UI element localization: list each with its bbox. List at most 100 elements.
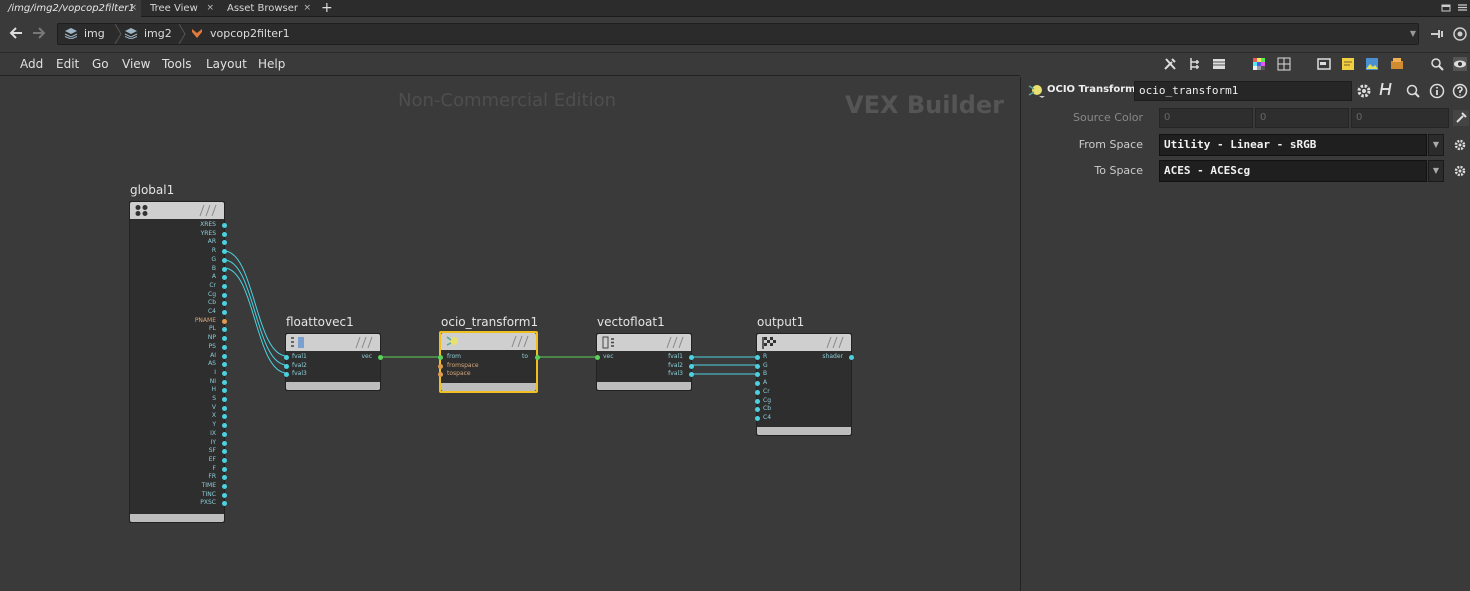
- menu-go[interactable]: Go: [92, 53, 109, 75]
- node-floattovec[interactable]: fval1 fval2 fval3 vec: [284, 333, 383, 391]
- gear-icon[interactable]: [1355, 82, 1373, 100]
- output-port-f[interactable]: [222, 466, 227, 472]
- output-port-yres[interactable]: [222, 231, 227, 237]
- node-flags-icon[interactable]: [352, 336, 376, 349]
- input-port-from[interactable]: [438, 355, 443, 360]
- info-icon[interactable]: [1429, 83, 1445, 99]
- input-port-cb[interactable]: [755, 407, 760, 413]
- output-port-pname[interactable]: [222, 318, 227, 324]
- output-port-ef[interactable]: [222, 457, 227, 463]
- output-port-ix[interactable]: [222, 431, 227, 437]
- wrench-icon[interactable]: [1163, 57, 1177, 71]
- output-port-fval2[interactable]: [689, 364, 694, 369]
- output-port-cg[interactable]: [222, 292, 227, 298]
- node-flags-icon[interactable]: [663, 336, 687, 349]
- node-output[interactable]: R G B A Cr Cg Cb C4 shader: [755, 333, 854, 436]
- node-name-field[interactable]: ocio_transform1: [1134, 81, 1352, 101]
- help-h-icon[interactable]: [1379, 81, 1397, 100]
- output-port-time[interactable]: [222, 484, 227, 489]
- menu-edit[interactable]: Edit: [56, 53, 79, 75]
- menu-help[interactable]: Help: [258, 53, 285, 75]
- path-dropdown-icon[interactable]: ▼: [1410, 29, 1416, 38]
- node-header[interactable]: [757, 334, 851, 351]
- add-tab-icon[interactable]: +: [321, 0, 333, 16]
- input-port-tospace[interactable]: [438, 372, 443, 377]
- menu-tools[interactable]: Tools: [162, 53, 192, 75]
- node-flags-icon[interactable]: [823, 336, 847, 349]
- node-header[interactable]: [286, 334, 380, 351]
- input-port-c4[interactable]: [755, 415, 760, 421]
- from-space-dropdown-icon[interactable]: ▼: [1428, 134, 1444, 156]
- forward-arrow-icon[interactable]: [31, 26, 47, 40]
- back-arrow-icon[interactable]: [8, 26, 24, 40]
- node-vectofloat[interactable]: vec fval1 fval2 fval3: [595, 333, 694, 391]
- shape-palette-icon[interactable]: [1277, 57, 1291, 71]
- input-port-a[interactable]: [755, 381, 760, 387]
- output-port-xres[interactable]: [222, 223, 227, 228]
- output-port-fval1[interactable]: [689, 355, 694, 360]
- output-port-shader[interactable]: [849, 355, 854, 360]
- input-port-fval1[interactable]: [284, 355, 289, 360]
- pane-menu-icon[interactable]: [1457, 2, 1468, 13]
- menu-add[interactable]: Add: [20, 53, 43, 75]
- tab-close-icon[interactable]: ×: [303, 0, 311, 17]
- output-port-c4[interactable]: [222, 310, 227, 315]
- output-port-cr[interactable]: [222, 283, 227, 289]
- output-port-g[interactable]: [222, 257, 227, 263]
- tab-close-icon[interactable]: ×: [129, 0, 137, 17]
- node-global[interactable]: XRES YRES AR R G B A Cr Cg Cb C4 PNAME PL NP PS AI AS I NI…: [129, 201, 227, 523]
- input-port-cg[interactable]: [755, 398, 760, 404]
- output-port-ai[interactable]: [222, 353, 227, 359]
- output-port-s[interactable]: [222, 397, 227, 402]
- input-port-r[interactable]: [755, 355, 760, 360]
- to-space-dropdown-icon[interactable]: ▼: [1428, 160, 1444, 182]
- menu-layout[interactable]: Layout: [206, 53, 247, 75]
- breadcrumb-item-img2[interactable]: img2: [124, 24, 172, 44]
- input-port-fval2[interactable]: [284, 364, 289, 369]
- to-space-menu[interactable]: ACES - ACEScg: [1159, 160, 1427, 182]
- node-header[interactable]: [441, 333, 536, 350]
- from-space-menu[interactable]: Utility - Linear - sRGB: [1159, 134, 1427, 156]
- source-color-b-field[interactable]: 0: [1351, 108, 1449, 128]
- gear-icon[interactable]: [1453, 164, 1467, 178]
- output-port-b[interactable]: [222, 266, 227, 272]
- node-flags-icon[interactable]: [508, 335, 532, 348]
- network-box-icon[interactable]: [1317, 57, 1331, 71]
- node-ocio-transform[interactable]: from fromspace tospace to: [438, 331, 540, 393]
- search-icon[interactable]: [1405, 83, 1421, 99]
- node-flags-icon[interactable]: [196, 204, 220, 217]
- tab-asset-browser[interactable]: Asset Browser ×: [219, 0, 315, 17]
- color-picker-icon[interactable]: [1453, 110, 1469, 126]
- input-port-cr[interactable]: [755, 389, 760, 395]
- gear-icon[interactable]: [1453, 138, 1467, 152]
- node-header[interactable]: [597, 334, 691, 351]
- output-port-vec[interactable]: [378, 355, 383, 360]
- input-port-fromspace[interactable]: [438, 364, 443, 369]
- output-port-ni[interactable]: [222, 379, 227, 385]
- search-icon[interactable]: [1430, 57, 1444, 71]
- list-view-icon[interactable]: [1212, 57, 1226, 71]
- source-color-r-field[interactable]: 0: [1159, 108, 1253, 128]
- dependency-links-icon[interactable]: [1390, 57, 1404, 71]
- input-port-fval3[interactable]: [284, 372, 289, 377]
- link-icon[interactable]: [1452, 26, 1468, 42]
- background-image-icon[interactable]: [1365, 57, 1379, 71]
- tab-tree-view[interactable]: Tree View ×: [142, 0, 218, 17]
- minimize-pane-icon[interactable]: [1441, 2, 1452, 13]
- menu-view[interactable]: View: [122, 53, 150, 75]
- output-port-to[interactable]: [535, 355, 540, 360]
- color-palette-icon[interactable]: [1252, 57, 1266, 71]
- breadcrumb-item-vopcop2filter1[interactable]: vopcop2filter1: [190, 24, 290, 44]
- pin-icon[interactable]: [1429, 27, 1445, 41]
- breadcrumb-item-img[interactable]: img: [64, 24, 105, 44]
- breadcrumb[interactable]: img img2 vopcop2filter1 ▼: [57, 23, 1419, 45]
- output-port-i[interactable]: [222, 370, 227, 376]
- input-port-vec[interactable]: [595, 355, 600, 360]
- output-port-iy[interactable]: [222, 440, 227, 446]
- source-color-g-field[interactable]: 0: [1255, 108, 1349, 128]
- output-port-fval3[interactable]: [689, 372, 694, 377]
- help-icon[interactable]: [1452, 83, 1468, 99]
- output-port-ps[interactable]: [222, 344, 227, 350]
- input-port-g[interactable]: [755, 363, 760, 369]
- output-port-v[interactable]: [222, 405, 227, 411]
